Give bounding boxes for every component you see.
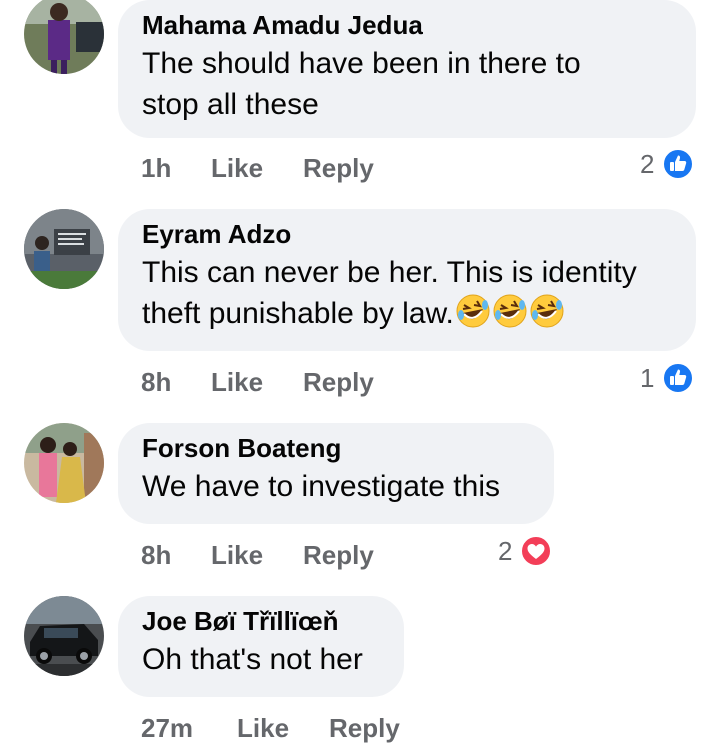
reaction-count: 2 xyxy=(640,149,655,179)
comment-bubble: Mahama Amadu Jedua The should have been … xyxy=(118,0,696,138)
comment-text: This can never be her. This is identity … xyxy=(142,252,672,334)
comment-text-line: This can never be her. This is identity xyxy=(142,256,637,289)
avatar[interactable] xyxy=(24,0,104,74)
comment-text-line: Oh that's not her xyxy=(142,643,363,676)
reply-button[interactable]: Reply xyxy=(303,151,374,185)
comment-text: We have to investigate this xyxy=(142,466,530,507)
like-icon xyxy=(662,362,694,394)
rolling-laughing-emoji xyxy=(456,294,490,328)
reply-button[interactable]: Reply xyxy=(303,538,374,572)
comment-text-line: The should have been in there to xyxy=(142,47,581,80)
comment-author[interactable]: Forson Boateng xyxy=(142,433,530,463)
reply-button[interactable]: Reply xyxy=(303,365,374,399)
comment-text-line: We have to investigate this xyxy=(142,470,500,503)
avatar[interactable] xyxy=(24,596,104,676)
comment-bubble: Eyram Adzo This can never be her. This i… xyxy=(118,209,696,351)
comment-author[interactable]: Mahama Amadu Jedua xyxy=(142,10,672,40)
avatar-photo xyxy=(24,596,104,676)
reaction-summary[interactable]: 1 xyxy=(640,361,700,395)
comment-time[interactable]: 1h xyxy=(141,151,171,185)
avatar[interactable] xyxy=(24,209,104,289)
rolling-laughing-emoji xyxy=(493,294,527,328)
love-icon xyxy=(520,535,552,567)
avatar-photo xyxy=(24,209,104,289)
comment-text-line: stop all these xyxy=(142,88,319,121)
comment-bubble: Joe Bøï Třïllïœň Oh that's not her xyxy=(118,596,404,697)
comment-text-line: theft punishable by law. xyxy=(142,293,672,334)
comment-text: Oh that's not her xyxy=(142,639,380,680)
comment-bubble: Forson Boateng We have to investigate th… xyxy=(118,423,554,524)
avatar-photo xyxy=(24,0,104,74)
like-button[interactable]: Like xyxy=(237,711,289,745)
avatar-photo xyxy=(24,423,104,503)
avatar[interactable] xyxy=(24,423,104,503)
reply-button[interactable]: Reply xyxy=(329,711,400,745)
reaction-summary[interactable]: 2 xyxy=(498,534,558,568)
like-button[interactable]: Like xyxy=(211,365,263,399)
like-icon xyxy=(662,148,694,180)
reaction-count: 2 xyxy=(498,536,513,566)
comment-author[interactable]: Eyram Adzo xyxy=(142,219,672,249)
comment-text: The should have been in there to stop al… xyxy=(142,43,672,125)
comment-time[interactable]: 8h xyxy=(141,538,171,572)
reaction-summary[interactable]: 2 xyxy=(640,147,700,181)
comment-time[interactable]: 27m xyxy=(141,711,193,745)
comment-time[interactable]: 8h xyxy=(141,365,171,399)
comment-author[interactable]: Joe Bøï Třïllïœň xyxy=(142,606,380,636)
like-button[interactable]: Like xyxy=(211,538,263,572)
rolling-laughing-emoji xyxy=(530,294,564,328)
reaction-count: 1 xyxy=(640,363,655,393)
like-button[interactable]: Like xyxy=(211,151,263,185)
